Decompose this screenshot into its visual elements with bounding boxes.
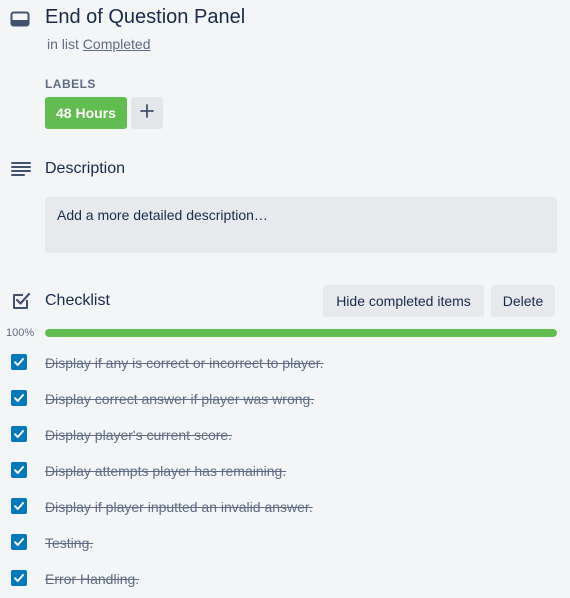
list-name-link[interactable]: Completed — [83, 36, 151, 52]
checklist-item-text[interactable]: Testing. — [45, 534, 93, 552]
in-list-prefix: in list — [47, 36, 79, 52]
progress-bar — [45, 329, 557, 337]
hide-completed-button[interactable]: Hide completed items — [323, 285, 484, 317]
add-label-button[interactable] — [131, 97, 163, 129]
checkbox[interactable] — [11, 354, 27, 370]
delete-checklist-button[interactable]: Delete — [491, 285, 555, 317]
checklist-item-text[interactable]: Display if any is correct or incorrect t… — [45, 354, 324, 372]
checkbox[interactable] — [11, 426, 27, 442]
plus-icon — [140, 103, 154, 123]
checkbox[interactable] — [11, 498, 27, 514]
checklist-item[interactable]: Display player's current score. — [0, 416, 570, 452]
checklist-item[interactable]: Display attempts player has remaining. — [0, 452, 570, 488]
checkmark-icon — [14, 538, 24, 546]
checklist-item[interactable]: Display if player inputted an invalid an… — [0, 488, 570, 524]
checkmark-icon — [14, 574, 24, 582]
checkmark-icon — [14, 502, 24, 510]
checklist-item-text[interactable]: Display player's current score. — [45, 426, 232, 444]
checkmark-icon — [14, 466, 24, 474]
checklist-items: Display if any is correct or incorrect t… — [0, 344, 570, 596]
card-title[interactable]: End of Question Panel — [45, 5, 245, 29]
labels-heading: LABELS — [45, 77, 96, 91]
checklist-heading[interactable]: Checklist — [45, 291, 110, 311]
checkmark-icon — [14, 358, 24, 366]
checklist-icon — [11, 291, 31, 311]
description-heading: Description — [45, 160, 126, 177]
label-48-hours[interactable]: 48 Hours — [45, 97, 127, 129]
checkbox[interactable] — [11, 462, 27, 478]
checklist-item[interactable]: Display correct answer if player was wro… — [0, 380, 570, 416]
checklist-item[interactable]: Testing. — [0, 524, 570, 560]
checklist-item-text[interactable]: Error Handling. — [45, 570, 139, 588]
checkbox[interactable] — [11, 534, 27, 550]
checklist-item-text[interactable]: Display attempts player has remaining. — [45, 462, 286, 480]
progress-fill — [45, 329, 557, 337]
checklist-item-text[interactable]: Display correct answer if player was wro… — [45, 390, 314, 408]
checkmark-icon — [14, 430, 24, 438]
progress-percent: 100% — [6, 327, 35, 339]
checklist-item[interactable]: Error Handling. — [0, 560, 570, 596]
checklist-item-text[interactable]: Display if player inputted an invalid an… — [45, 498, 313, 516]
checkbox[interactable] — [11, 570, 27, 586]
checkbox[interactable] — [11, 390, 27, 406]
card-icon — [10, 9, 30, 29]
description-input[interactable]: Add a more detailed description… — [45, 197, 557, 253]
checkmark-icon — [14, 394, 24, 402]
checklist-item[interactable]: Display if any is correct or incorrect t… — [0, 344, 570, 380]
in-list-line: in list Completed — [47, 35, 151, 53]
description-lines-icon — [11, 159, 31, 179]
